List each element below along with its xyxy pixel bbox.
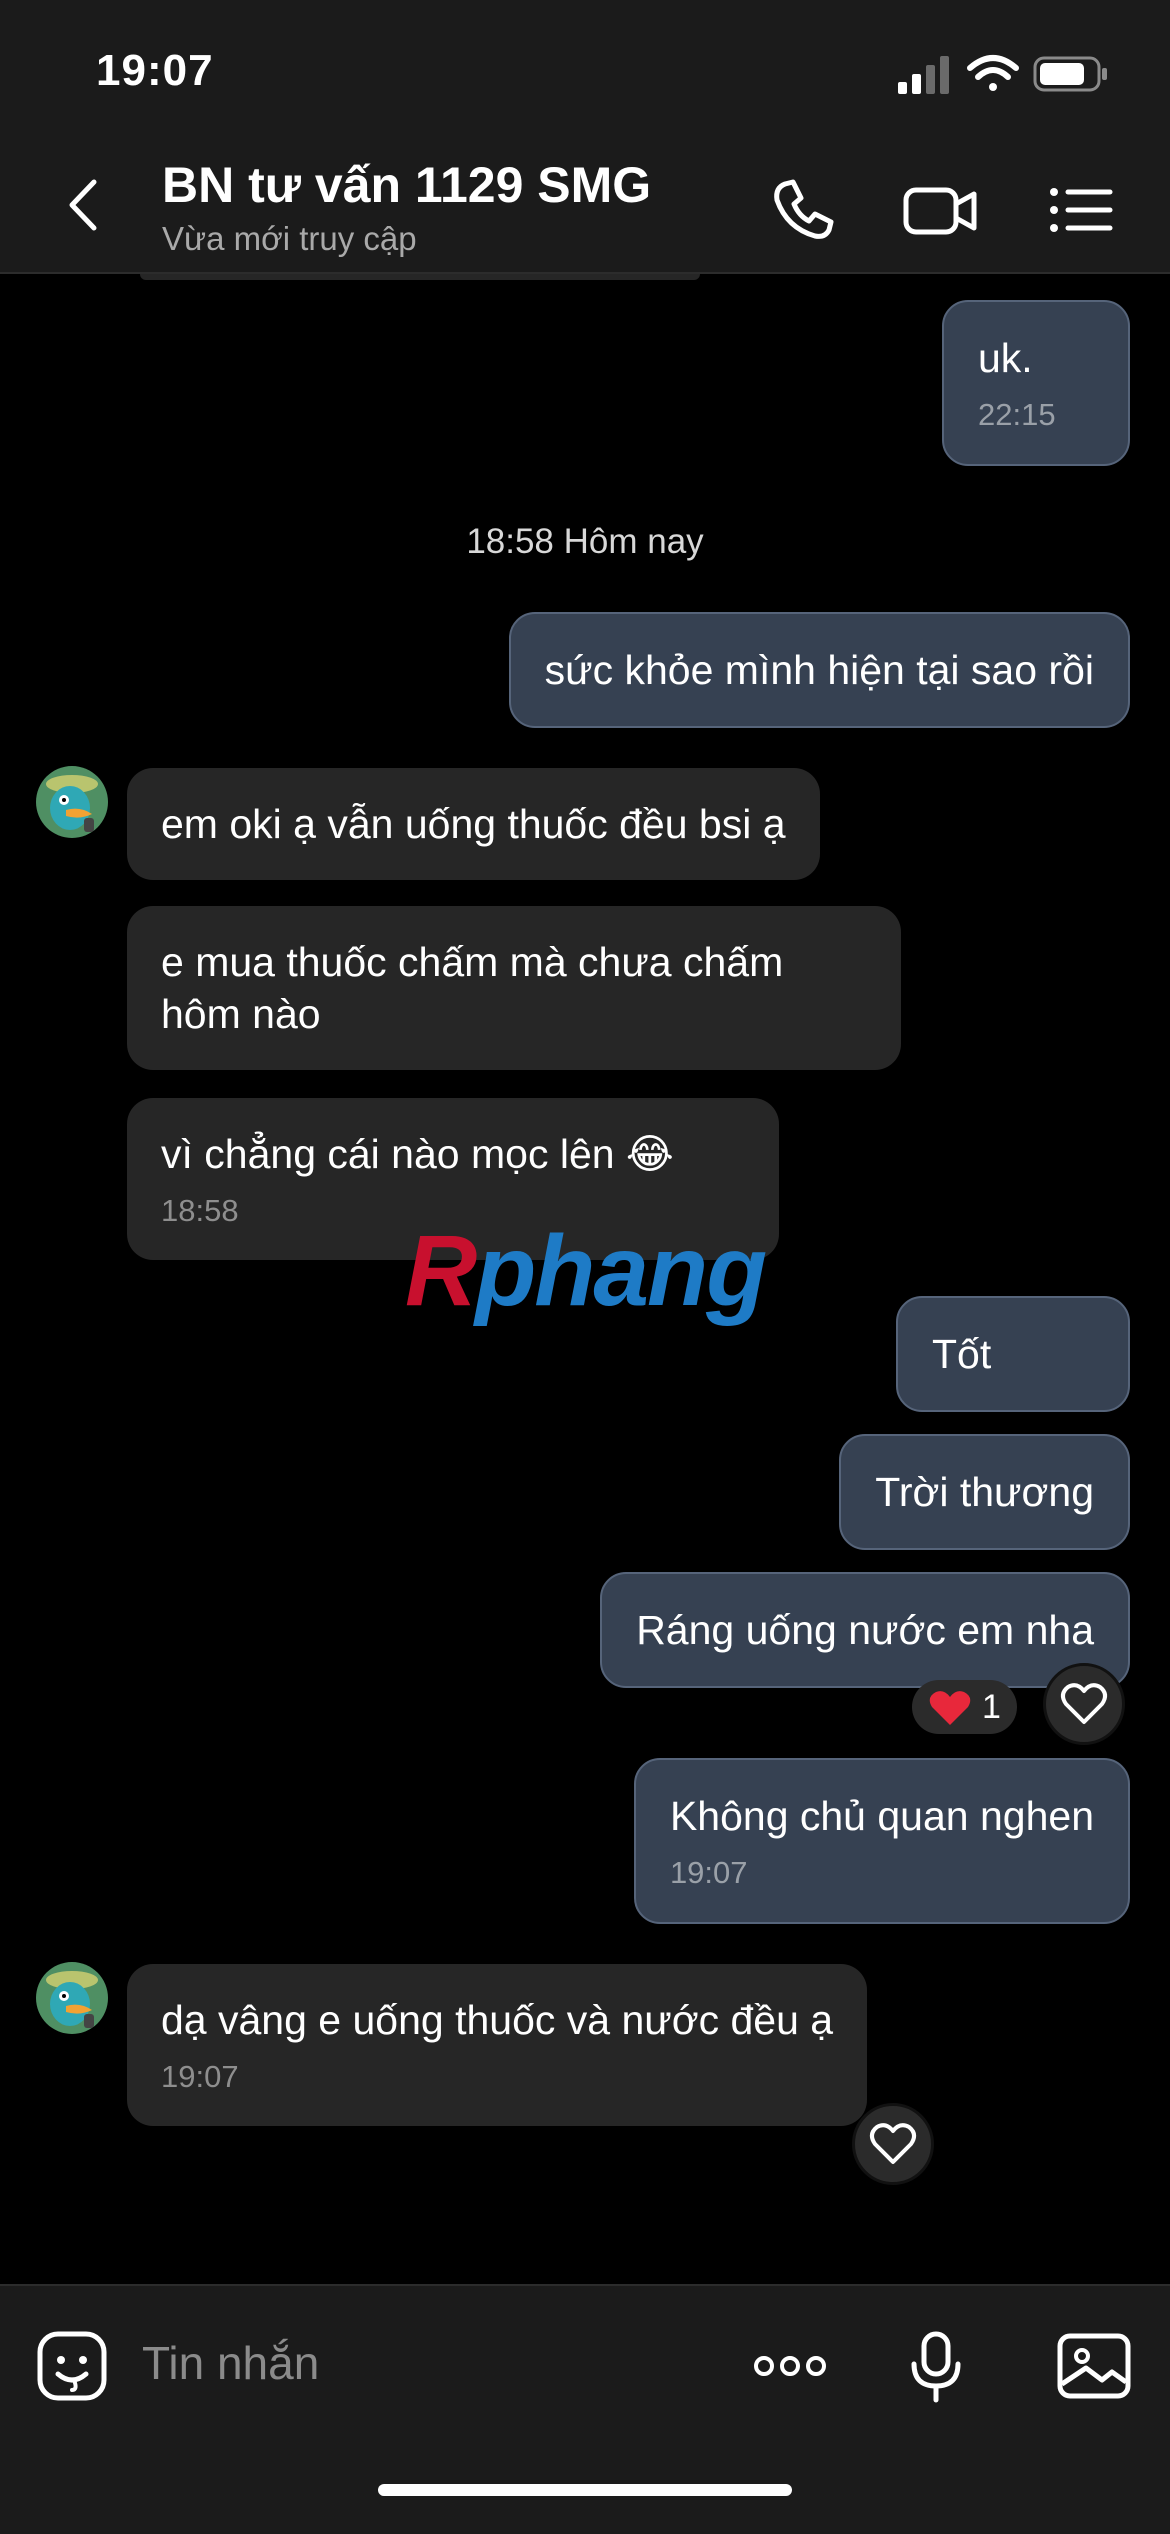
- react-button[interactable]: [1043, 1663, 1125, 1745]
- message-input[interactable]: Tin nhắn: [142, 2336, 319, 2390]
- message-text: Không chủ quan nghen: [669, 1793, 1094, 1839]
- message-text: vì chẳng cái nào mọc lên 😂: [161, 1131, 674, 1177]
- signal-icon: [898, 56, 949, 94]
- message-bubble-out[interactable]: Tốt: [896, 1296, 1130, 1412]
- reaction-badge[interactable]: 1: [912, 1680, 1017, 1734]
- message-text: sức khỏe mình hiện tại sao rồi: [544, 647, 1094, 693]
- message-bubble-in[interactable]: e mua thuốc chấm mà chưa chấm hôm nào: [127, 906, 901, 1070]
- message-text-line: hôm nào: [161, 991, 321, 1037]
- message-text: uk.: [978, 335, 1033, 381]
- home-indicator[interactable]: [378, 2484, 792, 2496]
- status-time: 19:07: [96, 46, 214, 95]
- status-icons: [898, 55, 1107, 94]
- clipped-bubble: [140, 274, 700, 280]
- message-bubble-out[interactable]: sức khỏe mình hiện tại sao rồi: [508, 612, 1130, 728]
- menu-list-icon[interactable]: [1040, 170, 1120, 250]
- message-bubble-in[interactable]: dạ vâng e uống thuốc và nước đều ạ 19:07: [127, 1964, 868, 2126]
- message-bubble-out[interactable]: uk. 22:15: [942, 300, 1130, 466]
- watermark-logo: Rphang: [405, 1214, 767, 1329]
- heart-icon: [870, 2123, 916, 2164]
- more-icon[interactable]: [748, 2324, 832, 2408]
- heart-emoji-icon: [929, 1691, 971, 1725]
- message-time: 19:07: [161, 2059, 239, 2094]
- reaction-count: 1: [982, 1688, 1001, 1726]
- chat-title[interactable]: BN tư vấn 1129 SMG: [162, 156, 651, 214]
- avatar-image: [36, 1962, 108, 2034]
- heart-icon: [1061, 1683, 1107, 1724]
- message-text-line: e mua thuốc chấm mà chưa chấm: [161, 939, 784, 985]
- chat-header: BN tư vấn 1129 SMG Vừa mới truy cập: [0, 140, 1170, 274]
- status-bar: 19:07: [0, 0, 1170, 140]
- message-text: Ráng uống nước em nha: [636, 1607, 1094, 1653]
- chat-status: Vừa mới truy cập: [162, 220, 417, 257]
- wifi-icon: [967, 55, 1019, 91]
- microphone-icon[interactable]: [894, 2324, 978, 2408]
- message-bubble-in[interactable]: em oki ạ vẫn uống thuốc đều bsi ạ: [127, 768, 820, 880]
- phone-icon[interactable]: [763, 170, 843, 250]
- message-text: Trời thương: [875, 1469, 1094, 1515]
- message-time: 22:15: [978, 397, 1056, 432]
- back-icon[interactable]: [50, 170, 120, 240]
- image-icon[interactable]: [1052, 2324, 1136, 2408]
- message-bubble-out[interactable]: Không chủ quan nghen 19:07: [633, 1758, 1130, 1924]
- message-bubble-out[interactable]: Trời thương: [839, 1434, 1130, 1550]
- sticker-icon[interactable]: [30, 2324, 114, 2408]
- message-list[interactable]: uk. 22:15 18:58 Hôm nay sức khỏe mình hi…: [0, 274, 1170, 2284]
- message-text: em oki ạ vẫn uống thuốc đều bsi ạ: [161, 801, 786, 847]
- avatar[interactable]: [36, 1962, 108, 2034]
- watermark-text: R: [405, 1215, 477, 1327]
- avatar[interactable]: [36, 766, 108, 838]
- react-button[interactable]: [852, 2103, 934, 2185]
- date-separator: 18:58 Hôm nay: [466, 522, 704, 561]
- video-call-icon[interactable]: [900, 170, 980, 250]
- battery-icon: [1033, 56, 1107, 92]
- watermark-text: phang: [475, 1215, 767, 1327]
- message-text: dạ vâng e uống thuốc và nước đều ạ: [161, 1997, 834, 2043]
- composer-bar: Tin nhắn: [0, 2284, 1170, 2534]
- avatar-image: [36, 766, 108, 838]
- message-text: Tốt: [932, 1331, 992, 1377]
- message-time: 19:07: [669, 1855, 748, 1890]
